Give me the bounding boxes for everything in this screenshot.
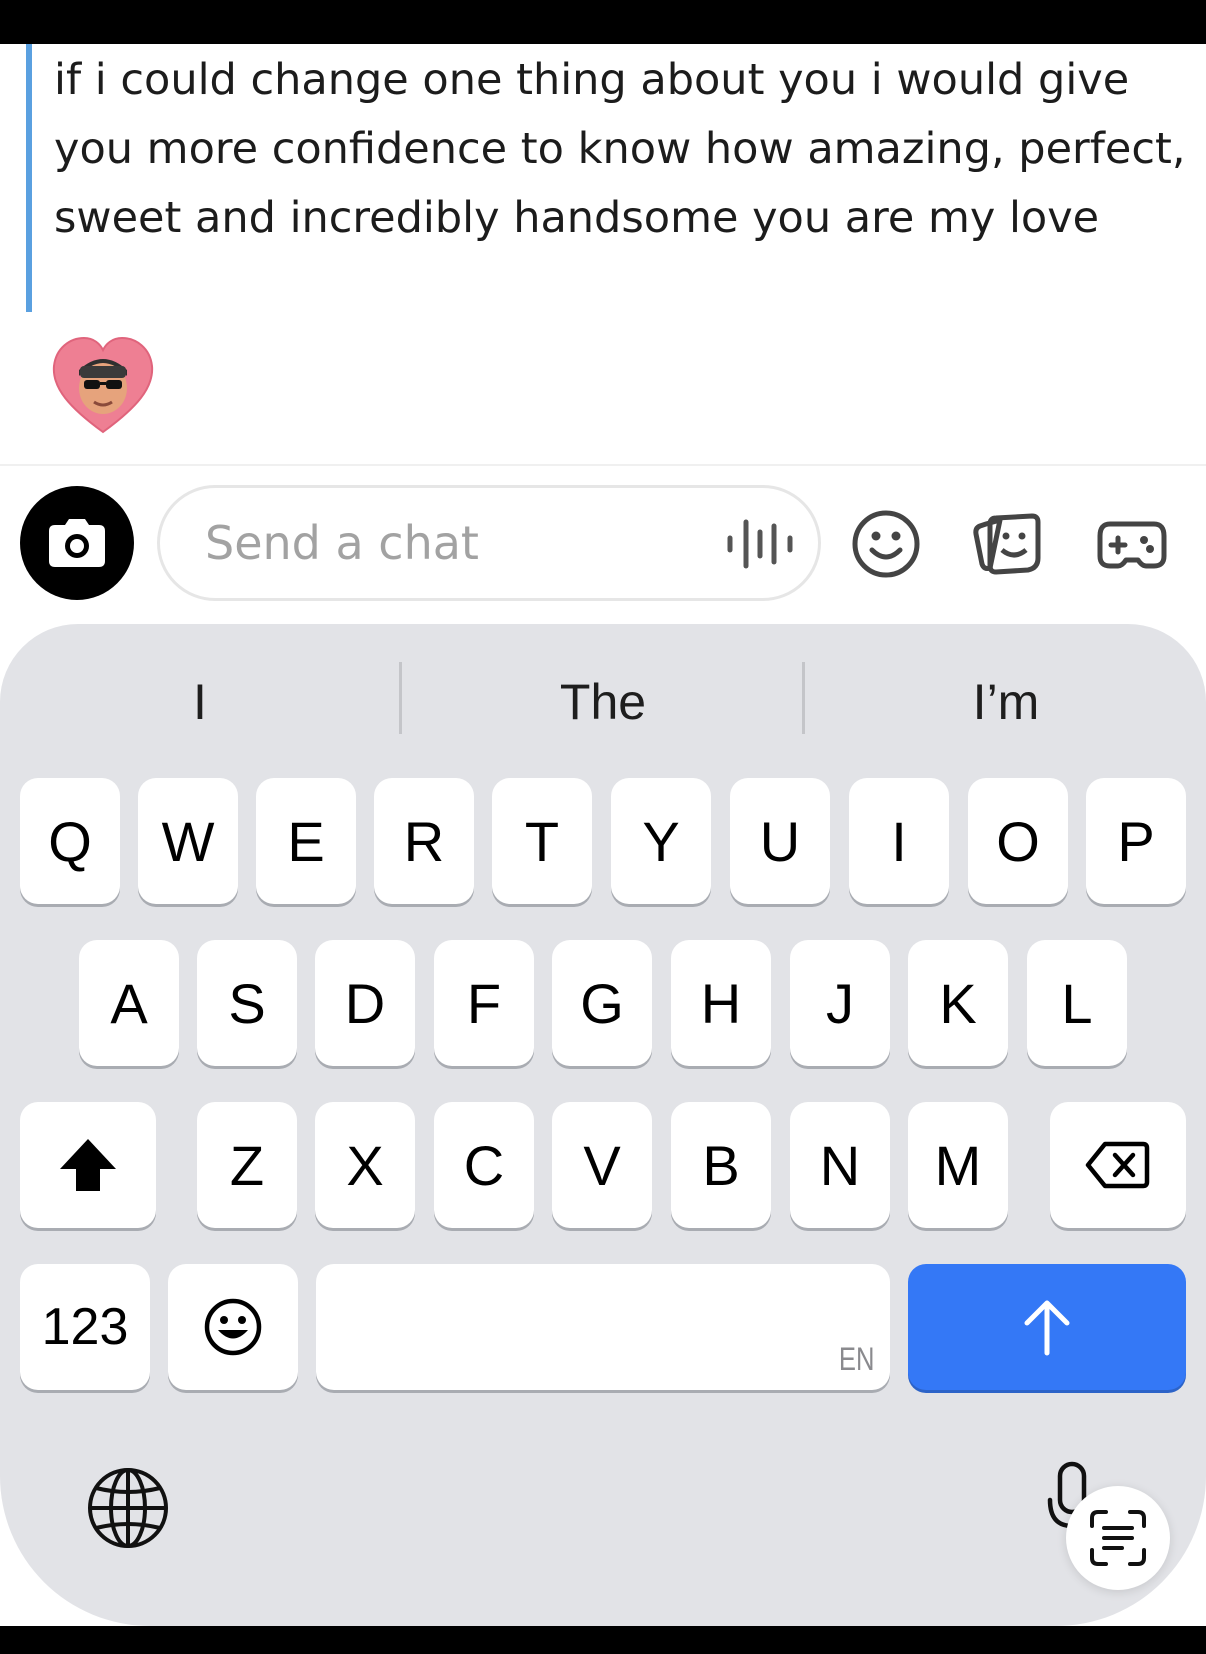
suggestion-divider: [802, 662, 805, 734]
emoji-keyboard-key[interactable]: [168, 1264, 298, 1390]
key-w[interactable]: W: [138, 778, 238, 904]
suggestion-divider: [399, 662, 402, 734]
stickers-icon[interactable]: [972, 508, 1044, 580]
key-p[interactable]: P: [1086, 778, 1186, 904]
key-d[interactable]: D: [315, 940, 415, 1066]
bitmoji-heart-reaction-icon[interactable]: [50, 336, 156, 436]
suggestion-2[interactable]: The: [403, 664, 803, 740]
globe-icon[interactable]: [86, 1466, 170, 1550]
key-t[interactable]: T: [492, 778, 592, 904]
space-key[interactable]: EN: [316, 1264, 890, 1390]
numbers-key[interactable]: 123: [20, 1264, 150, 1390]
camera-button[interactable]: [20, 486, 134, 600]
key-z[interactable]: Z: [197, 1102, 297, 1228]
keyboard: I The I’m Q W E R T Y U I O P A S D F G …: [0, 624, 1206, 1626]
key-j[interactable]: J: [790, 940, 890, 1066]
text-scan-button[interactable]: [1066, 1486, 1170, 1590]
key-v[interactable]: V: [552, 1102, 652, 1228]
key-r[interactable]: R: [374, 778, 474, 904]
status-bar: [0, 0, 1206, 44]
voice-note-icon[interactable]: [726, 516, 794, 572]
shift-key[interactable]: [20, 1102, 156, 1228]
key-a[interactable]: A: [79, 940, 179, 1066]
key-q[interactable]: Q: [20, 778, 120, 904]
games-controller-icon[interactable]: [1096, 508, 1168, 580]
chat-input[interactable]: Send a chat: [157, 485, 821, 601]
camera-icon: [49, 519, 105, 567]
message-text: if i could change one thing about you i …: [54, 55, 1186, 243]
key-i[interactable]: I: [849, 778, 949, 904]
key-k[interactable]: K: [908, 940, 1008, 1066]
suggestion-1[interactable]: I: [0, 664, 400, 740]
message-quote-bar: [26, 44, 32, 312]
key-e[interactable]: E: [256, 778, 356, 904]
key-n[interactable]: N: [790, 1102, 890, 1228]
shift-icon: [60, 1139, 116, 1191]
key-l[interactable]: L: [1027, 940, 1127, 1066]
home-indicator-area: [0, 1626, 1206, 1654]
composer-divider: [0, 464, 1206, 466]
key-m[interactable]: M: [908, 1102, 1008, 1228]
chat-message: if i could change one thing about you i …: [26, 44, 1196, 312]
backspace-key[interactable]: [1050, 1102, 1186, 1228]
key-f[interactable]: F: [434, 940, 534, 1066]
key-g[interactable]: G: [552, 940, 652, 1066]
key-b[interactable]: B: [671, 1102, 771, 1228]
text-scan-icon: [1090, 1510, 1146, 1566]
backspace-icon: [1085, 1141, 1150, 1189]
key-y[interactable]: Y: [611, 778, 711, 904]
suggestion-3[interactable]: I’m: [806, 664, 1206, 740]
key-u[interactable]: U: [730, 778, 830, 904]
emoji-keyboard-icon: [204, 1298, 262, 1356]
key-c[interactable]: C: [434, 1102, 534, 1228]
space-language-label: EN: [838, 1341, 874, 1377]
send-key[interactable]: [908, 1264, 1186, 1390]
key-h[interactable]: H: [671, 940, 771, 1066]
key-s[interactable]: S: [197, 940, 297, 1066]
send-arrow-icon: [1024, 1300, 1070, 1356]
key-o[interactable]: O: [968, 778, 1068, 904]
key-x[interactable]: X: [315, 1102, 415, 1228]
chat-placeholder: Send a chat: [205, 516, 479, 570]
emoji-smile-icon[interactable]: [850, 508, 922, 580]
